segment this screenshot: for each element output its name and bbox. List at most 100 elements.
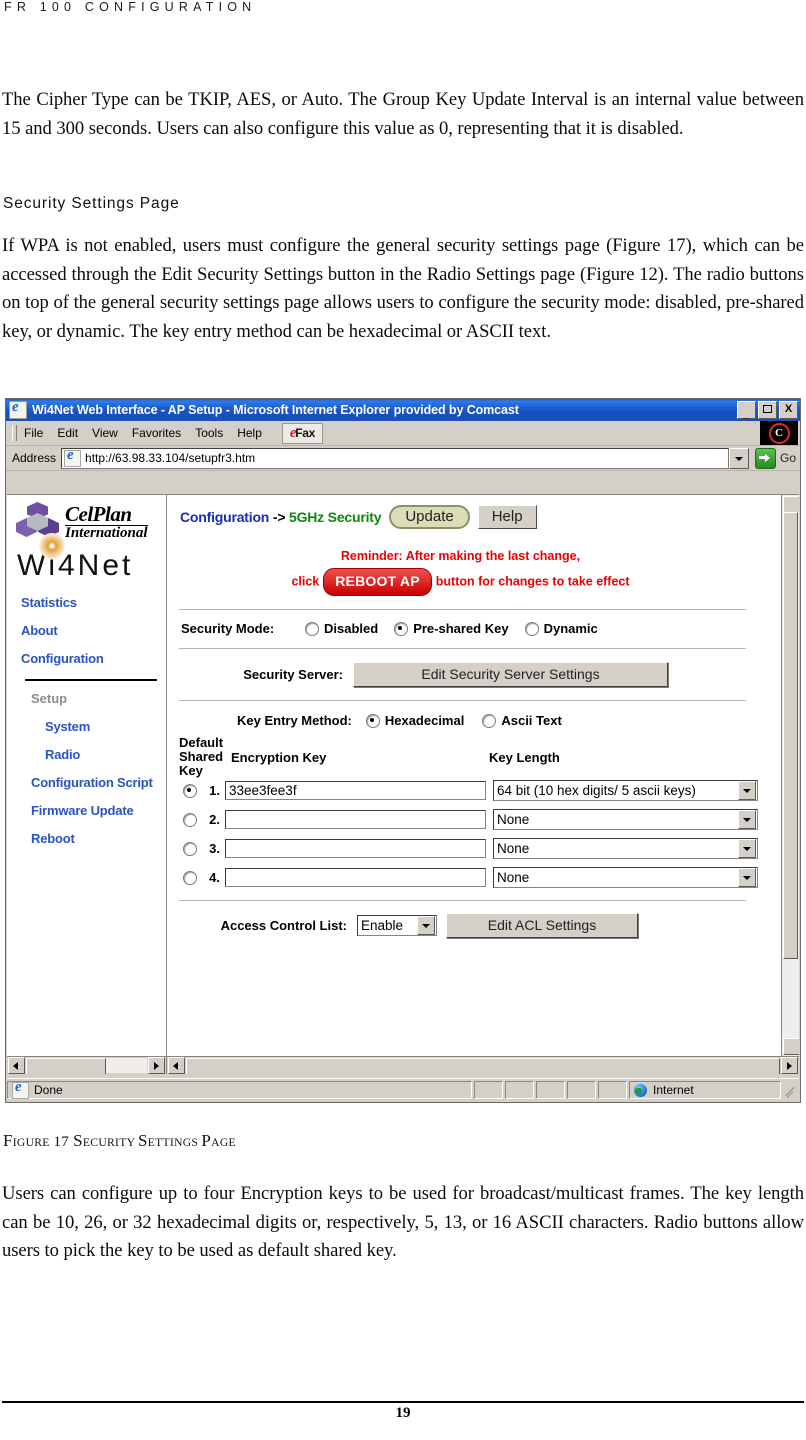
key-table-header-encryption-key: Encryption Key [231,750,327,765]
security-mode-radio-dynamic[interactable] [524,621,539,636]
scroll-down-icon[interactable] [783,1038,799,1055]
update-button[interactable]: Update [389,505,470,529]
scroll-up-icon[interactable] [783,496,799,513]
security-mode-label-preshared-key[interactable]: Pre-shared Key [413,621,508,636]
content-horizontal-scrollbar[interactable] [167,1056,799,1074]
paragraph-2: If WPA is not enabled, users must config… [2,235,804,342]
row-number-2: 2. [209,812,220,827]
menu-item-view[interactable]: View [92,426,118,440]
chevron-down-icon[interactable] [738,839,756,858]
key-entry-label-ascii-text[interactable]: Ascii Text [501,713,561,728]
reboot-ap-button[interactable]: REBOOT AP [323,568,432,596]
sidebar-item-configuration-script[interactable]: Configuration Script [31,775,166,790]
close-icon: X [784,403,793,415]
comcast-badge-letter: C [768,422,790,444]
menu-item-help[interactable]: Help [237,426,262,440]
default-key-radio-4[interactable] [183,870,197,885]
content-scroll-thumb[interactable] [186,1058,780,1074]
menu-item-tools[interactable]: Tools [195,426,223,440]
efax-button[interactable]: e Fax [281,422,324,444]
key-table-header-default-shared-key: Default Shared Key [179,736,231,778]
acl-select[interactable]: Enable [357,915,437,936]
chevron-down-icon[interactable] [738,781,756,800]
content-scroll-track[interactable] [186,1058,780,1074]
sidebar-group-setup: Setup [31,691,68,706]
address-dropdown-button[interactable] [728,447,749,469]
scroll-left-icon[interactable] [168,1057,185,1074]
sidebar-item-firmware-update[interactable]: Firmware Update [31,803,166,818]
sidebar-item-about[interactable]: About [21,623,166,638]
menu-grip[interactable] [12,425,17,441]
maximize-button[interactable] [758,401,777,419]
content-vertical-scrollbar[interactable] [781,495,799,1056]
security-mode-label-disabled[interactable]: Disabled [324,621,378,636]
encryption-key-input-4[interactable] [225,868,486,887]
sidebar-setup-items: System Radio [21,719,166,762]
menu-item-file[interactable]: File [24,426,43,440]
vertical-scroll-thumb[interactable] [783,512,798,959]
sidebar-item-statistics[interactable]: Statistics [21,595,166,610]
security-mode-radio-preshared-key[interactable] [394,621,409,636]
encryption-key-input-2[interactable] [225,810,486,829]
sidebar-nav: Statistics About Configuration Setup Sys… [7,595,166,846]
security-mode-radio-disabled[interactable] [305,621,319,636]
encryption-key-input-1[interactable]: 33ee3fee3f [225,781,486,800]
default-key-radio-2[interactable] [183,812,197,827]
celplan-wordmark: CelPlan International [65,501,148,541]
key-entry-label-hexadecimal[interactable]: Hexadecimal [385,713,465,728]
minimize-icon: _ [743,406,750,420]
wi4net-suffix: 4Net [58,549,134,582]
sidebar-item-radio[interactable]: Radio [45,747,166,762]
sidebar-item-system[interactable]: System [45,719,166,734]
key-length-value-3: None [497,841,530,856]
address-input[interactable]: http://63.98.33.104/setupfr3.htm [61,447,729,469]
left-scroll-thumb[interactable] [26,1058,106,1074]
celplan-logo: CelPlan International [15,501,166,545]
security-server-row: Security Server: Edit Security Server Se… [181,662,782,687]
caption-s1: S [73,1131,83,1150]
edit-security-server-settings-button[interactable]: Edit Security Server Settings [353,662,668,687]
security-mode-label-dynamic[interactable]: Dynamic [544,621,598,636]
caption-ecurity: ECURITY [82,1136,139,1149]
scroll-right-icon[interactable] [148,1057,165,1074]
left-frame-horizontal-scrollbar[interactable] [7,1056,166,1074]
resize-grip[interactable] [783,1083,797,1097]
key-length-select-1[interactable]: 64 bit (10 hex digits/ 5 ascii keys) [493,780,758,801]
breadcrumb-root[interactable]: Configuration [180,509,269,525]
content-frame: Configuration -> 5GHz Security Update He… [167,495,799,1074]
vertical-scroll-track[interactable] [782,512,799,1039]
close-button[interactable]: X [779,401,798,419]
divider-3 [179,700,746,701]
default-key-radio-1[interactable] [183,783,197,798]
go-button[interactable]: Go [754,447,796,469]
security-mode-row: Security Mode: Disabled Pre-shared Key D… [181,621,782,636]
key-length-select-4[interactable]: None [493,867,758,888]
key-length-select-2[interactable]: None [493,809,758,830]
status-cell-1 [474,1081,503,1099]
window-title: Wi4Net Web Interface - AP Setup - Micros… [32,403,519,417]
efax-label: Fax [295,426,316,440]
edit-acl-settings-button[interactable]: Edit ACL Settings [446,913,638,938]
minimize-button[interactable]: _ [737,401,756,419]
menu-item-edit[interactable]: Edit [57,426,78,440]
encryption-key-input-3[interactable] [225,839,486,858]
chevron-down-icon[interactable] [738,810,756,829]
sidebar-divider [25,679,157,681]
key-length-select-3[interactable]: None [493,838,758,859]
key-entry-radio-ascii-text[interactable] [482,713,497,728]
caption-s2: S [138,1131,148,1150]
key-entry-radio-hexadecimal[interactable] [365,713,380,728]
sidebar-item-configuration[interactable]: Configuration [21,651,166,666]
status-cell-5 [598,1081,627,1099]
scroll-right-icon[interactable] [781,1057,798,1074]
sidebar-item-reboot[interactable]: Reboot [31,831,166,846]
table-row: 2. None [183,809,782,830]
left-scroll-track[interactable] [26,1058,147,1074]
access-control-list-row: Access Control List: Enable Edit ACL Set… [181,913,782,938]
help-button[interactable]: Help [477,505,537,529]
scroll-left-icon[interactable] [8,1057,25,1074]
default-key-radio-3[interactable] [183,841,197,856]
chevron-down-icon[interactable] [738,868,756,887]
menu-item-favorites[interactable]: Favorites [132,426,181,440]
chevron-down-icon[interactable] [417,916,435,935]
